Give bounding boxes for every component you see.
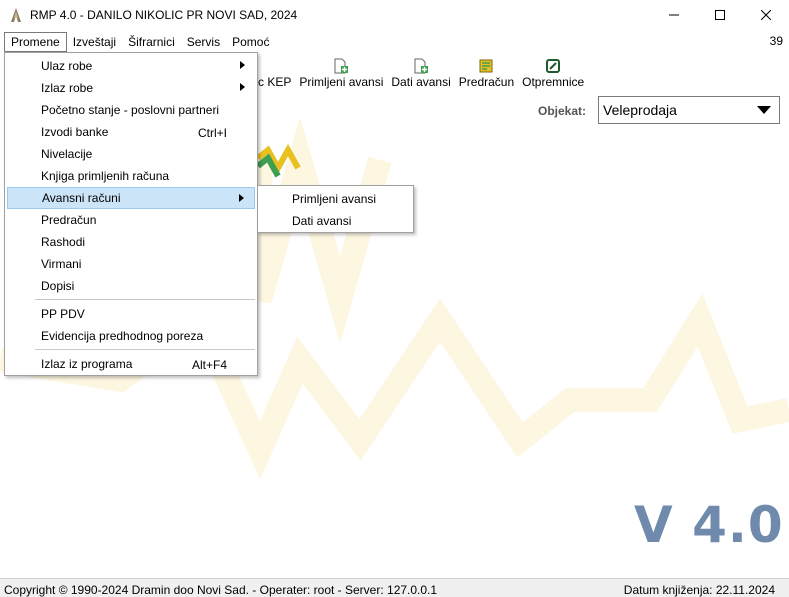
- objekat-select[interactable]: Veleprodaja: [598, 96, 780, 124]
- menu-sifrarnici[interactable]: Šifrarnici: [122, 32, 181, 52]
- menu-item-label: Primljeni avansi: [292, 192, 377, 206]
- title-bar: RMP 4.0 - DANILO NIKOLIC PR NOVI SAD, 20…: [0, 0, 789, 30]
- menu-bar: Promene Izveštaji Šifrarnici Servis Pomo…: [0, 31, 789, 53]
- toolbar-predracun-button[interactable]: Predračun: [455, 53, 518, 89]
- chevron-down-icon: [757, 106, 771, 114]
- menu-virmani[interactable]: Virmani: [7, 253, 255, 275]
- window-controls: [651, 0, 789, 30]
- close-button[interactable]: [743, 0, 789, 30]
- promene-dropdown: Ulaz robe Izlaz robe Početno stanje - po…: [4, 52, 258, 376]
- toolbar-otpremnice-button[interactable]: Otpremnice: [518, 53, 588, 89]
- close-icon: [761, 10, 771, 20]
- objekat-value: Veleprodaja: [603, 102, 677, 118]
- toolbar-dati-avansi-label: Dati avansi: [391, 75, 451, 89]
- menu-shortcut: Alt+F4: [191, 358, 227, 372]
- menu-predracun[interactable]: Predračun: [7, 209, 255, 231]
- version-label: V 4.0: [634, 496, 784, 554]
- edit-icon: [546, 59, 561, 73]
- calc-icon: [479, 59, 493, 73]
- menu-item-label: Ulaz robe: [41, 59, 93, 73]
- menu-separator: [35, 299, 255, 300]
- maximize-button[interactable]: [697, 0, 743, 30]
- menu-izlaz-iz-programa[interactable]: Izlaz iz programa Alt+F4: [7, 353, 255, 375]
- status-date: Datum knjiženja: 22.11.2024: [623, 583, 775, 597]
- menu-evidencija-predhodnog-poreza[interactable]: Evidencija predhodnog poreza: [7, 325, 255, 347]
- menu-separator: [35, 349, 255, 350]
- menu-counter: 39: [769, 34, 783, 48]
- menu-item-label: Avansni računi: [42, 191, 121, 205]
- chevron-right-icon: [240, 83, 245, 91]
- minimize-button[interactable]: [651, 0, 697, 30]
- menu-rashodi[interactable]: Rashodi: [7, 231, 255, 253]
- maximize-icon: [715, 10, 725, 20]
- submenu-dati-avansi[interactable]: Dati avansi: [260, 210, 410, 232]
- menu-item-label: Izlaz iz programa: [41, 357, 133, 371]
- toolbar-otpremnice-label: Otpremnice: [522, 75, 585, 89]
- menu-item-label: Dopisi: [41, 279, 75, 293]
- menu-pomoc[interactable]: Pomoć: [226, 32, 275, 52]
- menu-servis[interactable]: Servis: [181, 32, 226, 52]
- chevron-right-icon: [239, 194, 244, 202]
- avansni-racuni-submenu: Primljeni avansi Dati avansi: [257, 185, 414, 233]
- chevron-right-icon: [240, 61, 245, 69]
- menu-izvestaji[interactable]: Izveštaji: [67, 32, 122, 52]
- submenu-primljeni-avansi[interactable]: Primljeni avansi: [260, 188, 410, 210]
- status-bar: Copyright © 1990-2024 Dramin doo Novi Sa…: [0, 578, 789, 597]
- menu-item-label: PP PDV: [41, 307, 85, 321]
- menu-item-label: Početno stanje - poslovni partneri: [41, 103, 220, 117]
- menu-shortcut: Ctrl+I: [197, 126, 227, 140]
- menu-item-label: Izvodi banke: [41, 125, 109, 139]
- menu-pp-pdv[interactable]: PP PDV: [7, 303, 255, 325]
- menu-avansni-racuni[interactable]: Avansni računi: [7, 187, 255, 209]
- menu-ulaz-robe[interactable]: Ulaz robe: [7, 55, 255, 77]
- menu-item-label: Rashodi: [41, 235, 86, 249]
- toolbar-predracun-label: Predračun: [458, 75, 515, 89]
- objekat-label: Objekat:: [538, 104, 587, 118]
- menu-izvodi-banke[interactable]: Izvodi banke Ctrl+I: [7, 121, 255, 143]
- doc-add-icon: [334, 58, 349, 74]
- menu-item-label: Predračun: [41, 213, 97, 227]
- menu-izlaz-robe[interactable]: Izlaz robe: [7, 77, 255, 99]
- window-title: RMP 4.0 - DANILO NIKOLIC PR NOVI SAD, 20…: [30, 8, 298, 22]
- menu-pocetno-stanje[interactable]: Početno stanje - poslovni partneri: [7, 99, 255, 121]
- menu-item-label: Knjiga primljenih računa: [41, 169, 170, 183]
- status-copyright: Copyright © 1990-2024 Dramin doo Novi Sa…: [4, 583, 438, 597]
- menu-item-label: Nivelacije: [41, 147, 93, 161]
- menu-dopisi[interactable]: Dopisi: [7, 275, 255, 297]
- toolbar-kep-label: c KEP: [258, 75, 292, 89]
- toolbar-primljeni-avansi-label: Primljeni avansi: [299, 75, 384, 89]
- minimize-icon: [669, 14, 679, 16]
- toolbar-kep-button[interactable]: c KEP: [254, 53, 295, 89]
- toolbar: c KEP Primljeni avansi Dati avansi Predr…: [254, 53, 588, 89]
- app-logo-icon: [11, 8, 21, 22]
- menu-knjiga-primljenih-racuna[interactable]: Knjiga primljenih računa: [7, 165, 255, 187]
- menu-item-label: Virmani: [41, 257, 82, 271]
- toolbar-primljeni-avansi-button[interactable]: Primljeni avansi: [295, 53, 387, 89]
- doc-add-icon: [414, 58, 429, 74]
- menu-promene[interactable]: Promene: [4, 32, 67, 52]
- toolbar-dati-avansi-button[interactable]: Dati avansi: [387, 53, 454, 89]
- menu-nivelacije[interactable]: Nivelacije: [7, 143, 255, 165]
- menu-item-label: Izlaz robe: [41, 81, 94, 95]
- menu-item-label: Dati avansi: [292, 214, 352, 228]
- menu-item-label: Evidencija predhodnog poreza: [41, 329, 204, 343]
